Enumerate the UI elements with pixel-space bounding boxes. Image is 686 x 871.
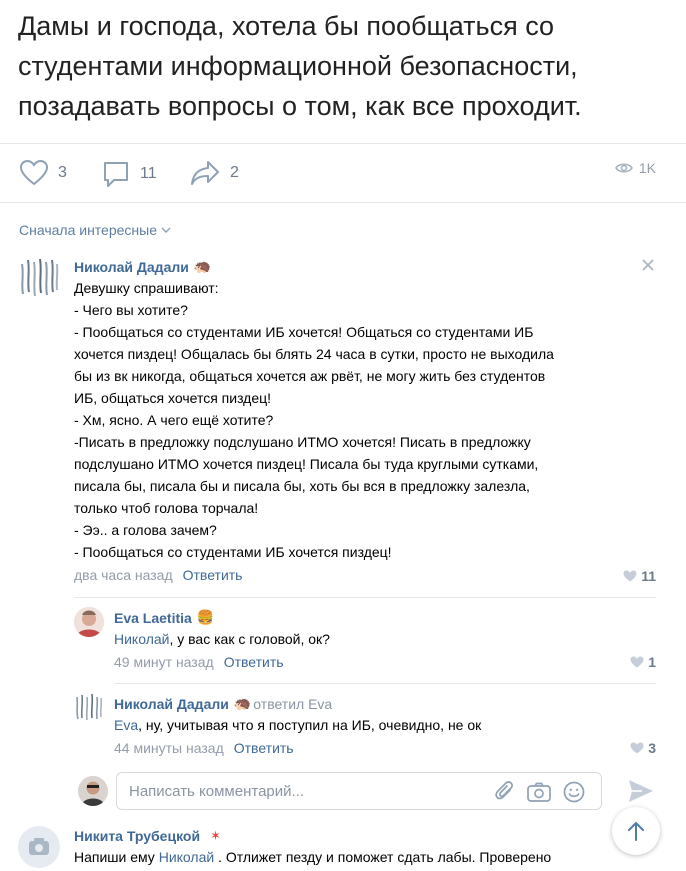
chevron-down-icon xyxy=(161,227,171,233)
views-counter: 1K xyxy=(614,160,656,176)
comment-meta: два часа назад Ответить xyxy=(74,567,664,583)
comment-time[interactable]: два часа назад xyxy=(74,567,173,583)
comment-button[interactable]: 11 xyxy=(102,160,157,188)
comment-text: Напиши ему Николай . Отлижет пезду и пом… xyxy=(74,846,654,868)
mention-link[interactable]: Николай xyxy=(159,849,214,865)
share-count: 2 xyxy=(230,164,239,181)
paperclip-icon[interactable] xyxy=(495,781,515,803)
comment-line: подслушано ИТМО хочется пиздец! Писала б… xyxy=(74,456,539,472)
like-count: 3 xyxy=(58,164,67,181)
mention-link[interactable]: Николай xyxy=(114,631,169,647)
avatar[interactable] xyxy=(74,607,104,637)
post-actions-bar: 3 11 2 1K xyxy=(0,143,686,203)
close-icon[interactable] xyxy=(642,259,654,271)
burger-icon: 🍔 xyxy=(196,609,215,625)
heart-icon xyxy=(630,742,644,754)
comment-time[interactable]: 44 минуты назад xyxy=(114,740,224,756)
reply-text: , у вас как с головой, ок? xyxy=(169,631,330,647)
comment-line: бы из вк никогда, общаться хочется аж рв… xyxy=(74,368,546,384)
comment-line: только чтоб голова торчала! xyxy=(74,500,259,516)
avatar[interactable] xyxy=(18,256,60,298)
comment-line: ИБ, общаться хочется пиздец! xyxy=(74,390,272,406)
heart-icon xyxy=(20,160,48,186)
comment-line: - Хм, ясно. А чего ещё хотите? xyxy=(74,412,274,428)
comment-like-count: 1 xyxy=(648,654,656,670)
comment-line: - Чего вы хотите? xyxy=(74,302,188,318)
reply: Николай Дадали 🦔 ответил Eva Eva, ну, уч… xyxy=(114,695,654,756)
author-name: Николай Дадали xyxy=(114,695,229,712)
comment-sort-dropdown[interactable]: Сначала интересные xyxy=(19,222,171,238)
views-count: 1K xyxy=(638,160,656,176)
comment-text: Николай, у вас как с головой, ок? xyxy=(114,628,654,650)
avatar[interactable] xyxy=(78,776,108,806)
author-name: Никита Трубецкой xyxy=(74,828,201,844)
comment-line: - Пообщаться со студентами ИБ хочется пи… xyxy=(74,544,392,560)
share-button[interactable]: 2 xyxy=(190,160,239,186)
scroll-to-top-button[interactable] xyxy=(612,807,660,855)
author-name: Eva Laetitia xyxy=(114,609,192,626)
heart-icon xyxy=(623,570,637,582)
replied-to[interactable]: ответил Eva xyxy=(253,696,332,712)
post-text: Дамы и господа, хотела бы пообщаться со … xyxy=(18,11,582,121)
reply-link[interactable]: Ответить xyxy=(224,654,284,670)
comment-line: Девушку спрашивают: xyxy=(74,280,219,296)
comment-input-box[interactable] xyxy=(116,772,602,810)
comment-text-part: . Отлижет пезду и поможет сдать лабы. Пр… xyxy=(214,849,552,865)
hedgehog-icon: 🦔 xyxy=(193,258,212,274)
comment-meta: 49 минут назад Ответить xyxy=(114,654,654,670)
share-icon xyxy=(191,161,219,185)
comment-icon xyxy=(104,162,128,187)
comment-meta: 44 минуты назад Ответить xyxy=(114,740,654,756)
comment-like-button[interactable]: 3 xyxy=(630,740,656,756)
comment-line: хочется пиздец! Общалась бы блять 24 час… xyxy=(74,346,554,362)
sort-label: Сначала интересные xyxy=(19,222,157,238)
star-badge-icon: ✶ xyxy=(210,828,221,843)
comment-like-button[interactable]: 1 xyxy=(630,654,656,670)
comment-text-part: Напиши ему xyxy=(74,849,159,865)
heart-icon xyxy=(630,656,644,668)
comment-line: -Писать в предложку подслушано ИТМО хоче… xyxy=(74,434,531,450)
comment-text: Eva, ну, учитывая что я поступил на ИБ, … xyxy=(114,714,654,736)
avatar[interactable] xyxy=(74,692,104,722)
comment-like-count: 3 xyxy=(648,740,656,756)
divider xyxy=(74,597,656,598)
camera-icon[interactable] xyxy=(527,782,551,802)
comment: Никита Трубецкой ✶ Напиши ему Николай . … xyxy=(74,828,654,868)
mention-link[interactable]: Eva xyxy=(114,717,138,733)
comment-input[interactable] xyxy=(129,781,489,801)
send-icon[interactable] xyxy=(628,779,654,803)
comment-composer xyxy=(74,772,664,810)
comment-author[interactable]: Никита Трубецкой ✶ xyxy=(74,828,654,844)
reply: Eva Laetitia 🍔 Николай, у вас как с голо… xyxy=(114,609,654,670)
eye-icon xyxy=(614,163,633,173)
avatar[interactable] xyxy=(18,826,60,868)
comment-like-button[interactable]: 11 xyxy=(623,568,656,584)
comment-count: 11 xyxy=(140,165,157,182)
reply-text: , ну, учитывая что я поступил на ИБ, оче… xyxy=(138,717,482,733)
comment: Николай Дадали 🦔 Девушку спрашивают: - Ч… xyxy=(74,258,664,583)
reply-link[interactable]: Ответить xyxy=(183,567,243,583)
like-button[interactable]: 3 xyxy=(20,160,67,186)
divider xyxy=(114,683,656,684)
reply-link[interactable]: Ответить xyxy=(234,740,294,756)
comment-time[interactable]: 49 минут назад xyxy=(114,654,214,670)
comment-author[interactable]: Николай Дадали 🦔 xyxy=(74,258,664,275)
arrow-up-icon xyxy=(628,822,644,841)
smile-icon[interactable] xyxy=(563,781,585,803)
comment-line: - Ээ.. а голова зачем? xyxy=(74,522,217,538)
hedgehog-icon: 🦔 xyxy=(233,695,252,711)
author-name: Николай Дадали xyxy=(74,258,189,275)
comment-line: - Пообщаться со студентами ИБ хочется! О… xyxy=(74,324,534,340)
comment-text: Девушку спрашивают: - Чего вы хотите? - … xyxy=(74,277,664,563)
comment-line: писала бы, писала бы и писала бы, хоть б… xyxy=(74,478,530,494)
comment-like-count: 11 xyxy=(641,568,656,584)
comment-author[interactable]: Eva Laetitia 🍔 xyxy=(114,609,654,626)
comment-author[interactable]: Николай Дадали 🦔 ответил Eva xyxy=(114,695,654,712)
